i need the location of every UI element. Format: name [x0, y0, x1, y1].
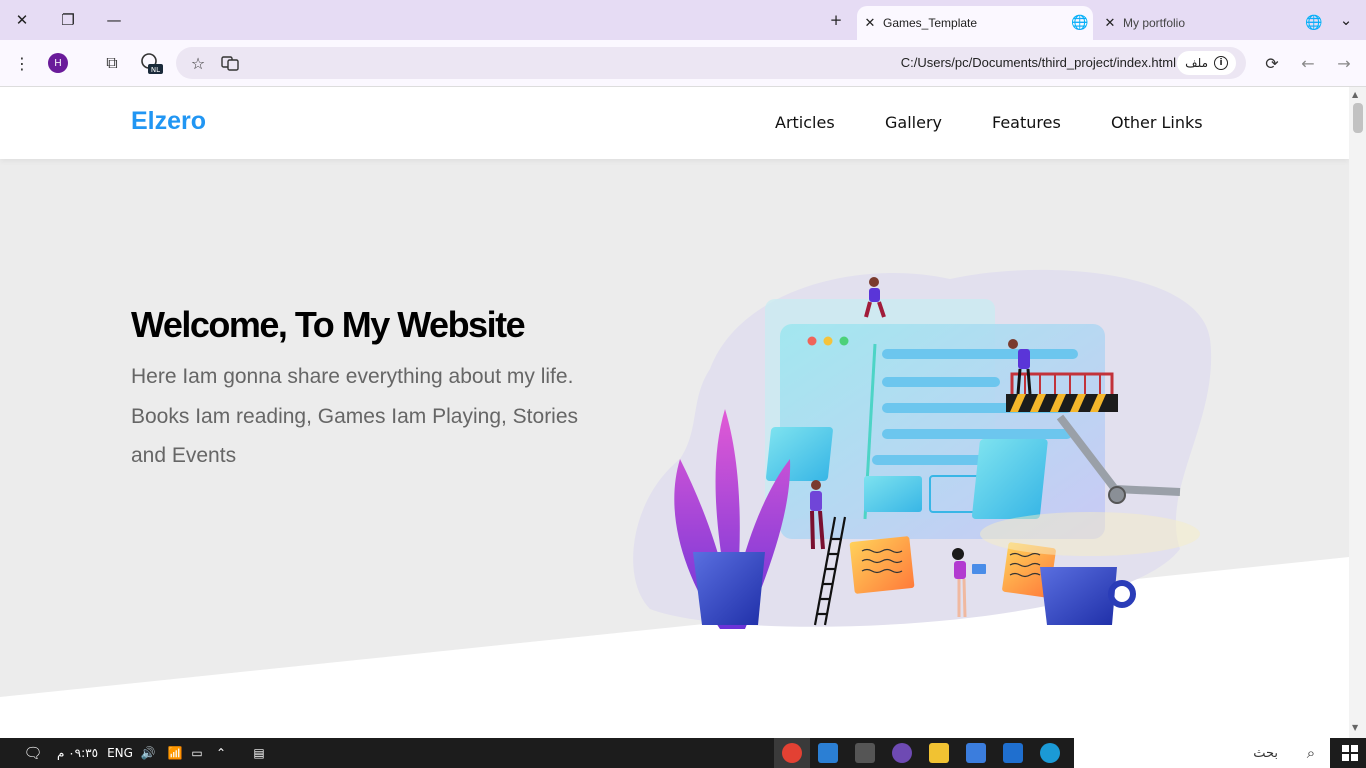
url-text[interactable]: C:/Users/pc/Documents/third_project/inde… [901, 55, 1176, 70]
forward-arrow-icon[interactable]: → [1332, 51, 1356, 75]
globe-icon: 🌐 [1305, 15, 1323, 31]
nav-link-gallery[interactable]: Gallery [885, 113, 942, 132]
tab-search-chevron-icon[interactable]: ⌄ [1333, 8, 1359, 32]
restore-window-icon[interactable]: ❐ [55, 8, 81, 32]
scrollbar-thumb[interactable] [1353, 103, 1363, 133]
show-hidden-icons-chevron-icon[interactable]: ⌃ [211, 738, 231, 768]
nav-link-features[interactable]: Features [992, 113, 1061, 132]
tab-my-portfolio[interactable]: ✕ My portfolio 🌐 [1097, 6, 1327, 40]
hero-title: Welcome, To My Website [131, 304, 526, 345]
chrome-app-icon[interactable] [782, 743, 802, 763]
extension-badge-text: NL [151, 66, 160, 74]
profile-letter: H [54, 57, 62, 69]
hero-text: Here Iam gonna share everything about my… [131, 365, 579, 467]
tab-title: Games_Template [883, 16, 978, 30]
vscode-app-icon[interactable] [818, 743, 838, 763]
browser-tab-bar: ✕ ❐ — + ✕ Games_Template 🌐 ✕ My portfoli… [0, 0, 1366, 40]
page-viewport: Elzero Articles Gallery Features Other L… [0, 87, 1349, 738]
tab-games-template[interactable]: ✕ Games_Template 🌐 [857, 6, 1093, 40]
notifications-icon[interactable]: 🗨 [20, 738, 46, 768]
edge-app-icon[interactable] [1040, 743, 1060, 763]
clock[interactable]: ٠٩:٣٥ م [55, 738, 100, 768]
close-tab-icon[interactable]: ✕ [857, 16, 883, 31]
nav-link-other-links[interactable]: Other Links [1111, 113, 1203, 132]
menu-kebab-icon[interactable]: ⋮ [10, 51, 34, 75]
taskbar-search-box[interactable]: بحث [1074, 738, 1330, 768]
page-scrollbar[interactable]: ▲ ▼ [1349, 87, 1366, 738]
scroll-down-arrow-icon[interactable]: ▼ [1352, 723, 1358, 732]
site-info-label: ملف [1185, 56, 1208, 70]
close-tab-icon[interactable]: ✕ [1097, 16, 1123, 31]
reload-icon[interactable]: ⟳ [1260, 51, 1284, 75]
address-bar[interactable]: ☆ C:/Users/pc/Documents/third_project/in… [176, 47, 1246, 79]
extension-nl-icon[interactable]: NL [139, 51, 163, 75]
search-icon: ⌕ [1306, 744, 1316, 762]
terminal-app-icon[interactable] [855, 743, 875, 763]
file-explorer-app-icon[interactable] [929, 743, 949, 763]
back-arrow-icon[interactable]: ← [1296, 51, 1320, 75]
windows-start-icon[interactable] [1338, 738, 1362, 768]
info-icon: i [1214, 56, 1228, 70]
profile-avatar[interactable]: H [48, 53, 68, 73]
tab-title: My portfolio [1123, 16, 1186, 30]
extensions-puzzle-icon[interactable]: ⧉ [100, 51, 124, 75]
store-app-icon[interactable] [966, 743, 986, 763]
windows-taskbar: 🗨 ٠٩:٣٥ م ENG 🔊 📶 ▭ ⌃ ▤ بحث ⌕ [0, 738, 1366, 768]
mail-app-icon[interactable] [1003, 743, 1023, 763]
site-header: Elzero Articles Gallery Features Other L… [0, 87, 1349, 159]
globe-icon: 🌐 [1071, 15, 1089, 31]
close-window-icon[interactable]: ✕ [9, 8, 35, 32]
landing-section: Welcome, To My Website Here Iam gonna sh… [0, 159, 1349, 738]
site-logo[interactable]: Elzero [131, 107, 206, 136]
nav-link-articles[interactable]: Articles [775, 113, 835, 132]
search-label: بحث [1253, 745, 1278, 761]
minimize-window-icon[interactable]: — [101, 8, 127, 32]
scroll-up-arrow-icon[interactable]: ▲ [1352, 90, 1358, 99]
input-language[interactable]: ENG [106, 738, 134, 768]
media-player-app-icon[interactable] [892, 743, 912, 763]
wifi-icon[interactable]: 📶 [165, 738, 185, 768]
news-widget-icon[interactable]: ▤ [245, 738, 273, 768]
hero-illustration [633, 269, 1212, 629]
translate-icon[interactable] [218, 51, 242, 75]
site-info-chip[interactable]: ملف i [1177, 51, 1236, 75]
bookmark-star-icon[interactable]: ☆ [186, 51, 210, 75]
new-tab-icon[interactable]: + [823, 8, 849, 32]
volume-icon[interactable]: 🔊 [138, 738, 158, 768]
battery-icon[interactable]: ▭ [187, 738, 207, 768]
